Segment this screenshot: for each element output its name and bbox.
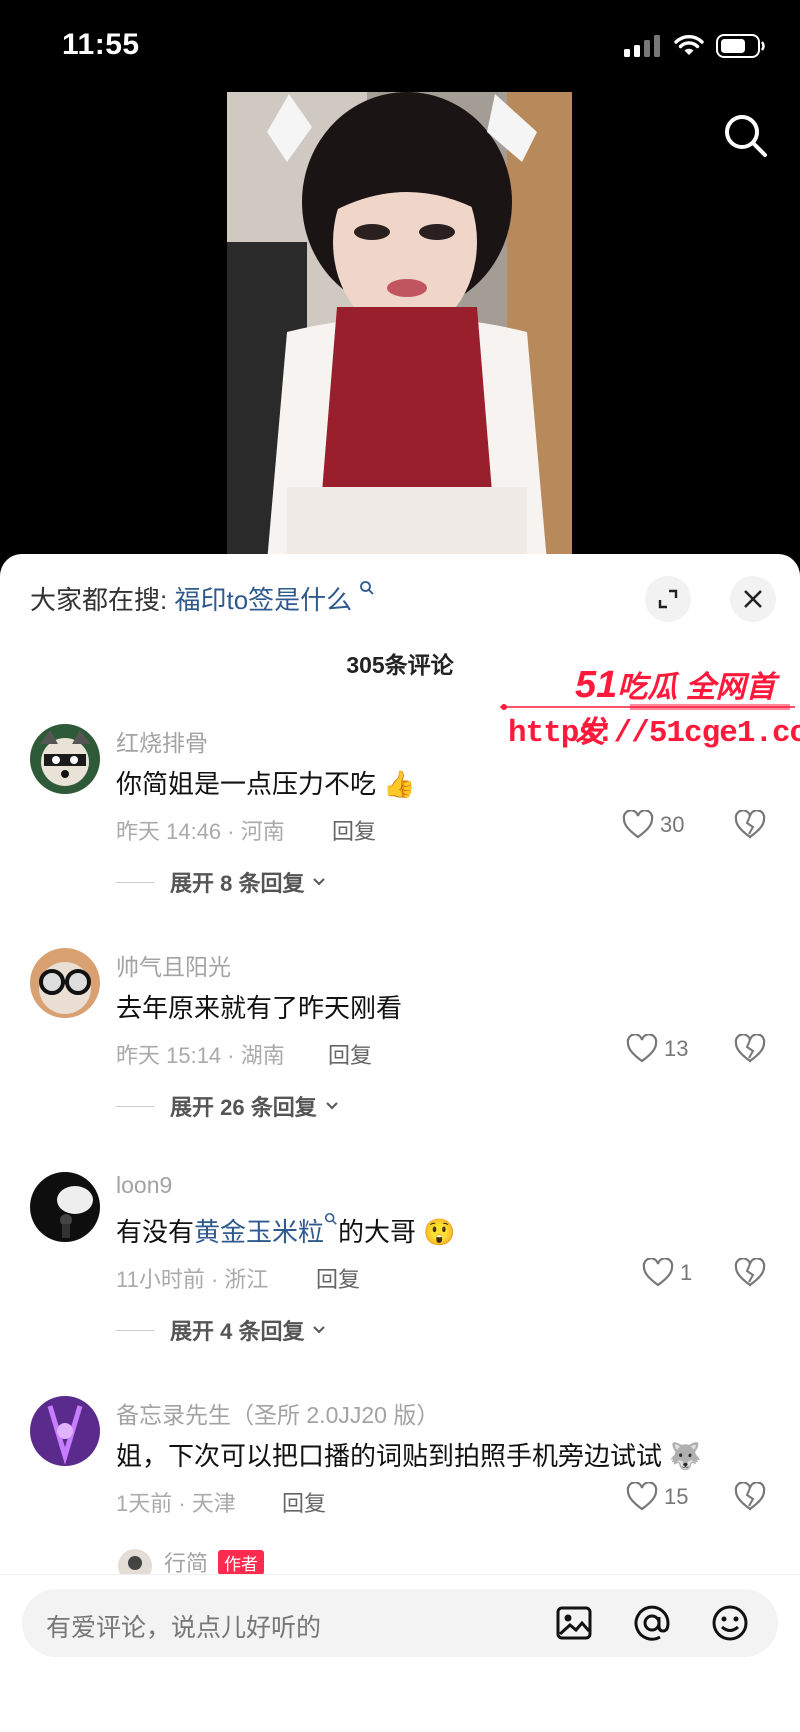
comment-text: 你简姐是一点压力不吃 👍 — [116, 769, 416, 799]
reply-button[interactable]: 回复 — [282, 1486, 326, 1518]
comment-meta: 11小时前 · 浙江 — [116, 1267, 269, 1292]
trending-search[interactable]: 大家都在搜: 福印to签是什么 — [30, 580, 375, 617]
like-button[interactable]: 15 — [626, 1482, 688, 1512]
author-badge: 作者 — [218, 1549, 265, 1575]
like-button[interactable]: 13 — [626, 1034, 688, 1064]
comment-input-bar: 有爱评论，说点儿好听的 — [0, 1574, 800, 1732]
surprised-emoji-icon: 😲 — [423, 1217, 456, 1247]
comment-item: loon9 有没有黄金玉米粒 的大哥 😲 11小时前 · 浙江 回复 1 展开 4… — [0, 1172, 800, 1372]
status-time: 11:55 — [62, 28, 140, 61]
username[interactable]: 红烧排骨 — [116, 724, 208, 758]
video-frame[interactable] — [227, 92, 572, 562]
dark-photo-avatar-icon — [30, 1172, 100, 1242]
heart-icon — [622, 810, 654, 839]
comment-meta: 昨天 15:14 · 湖南 — [116, 1043, 285, 1068]
comment-text: 有没有黄金玉米粒 的大哥 😲 — [116, 1212, 456, 1249]
dislike-icon[interactable] — [734, 810, 766, 840]
expand-icon — [658, 589, 678, 609]
status-icons — [624, 34, 766, 58]
comment-item: 红烧排骨 你简姐是一点压力不吃 👍 昨天 14:46 · 河南 回复 30 展开… — [0, 724, 800, 924]
watermark-line — [500, 704, 795, 710]
search-icon[interactable] — [722, 112, 770, 160]
comment-text: 去年原来就有了昨天刚看 — [116, 993, 403, 1023]
like-count: 15 — [664, 1484, 689, 1509]
chevron-down-icon — [313, 1326, 326, 1334]
image-icon[interactable] — [554, 1603, 594, 1643]
heart-icon — [642, 1258, 674, 1287]
close-button[interactable] — [730, 576, 776, 622]
avatar[interactable] — [30, 1396, 100, 1466]
battery-icon — [716, 34, 765, 58]
comment-item: 帅气且阳光 去年原来就有了昨天刚看 昨天 15:14 · 湖南 回复 13 展开… — [0, 948, 800, 1148]
comment-meta: 昨天 14:46 · 河南 — [116, 819, 285, 844]
raccoon-avatar-icon — [30, 724, 100, 794]
heart-icon — [626, 1482, 658, 1511]
trending-keyword[interactable]: 福印to签是什么 — [174, 585, 352, 615]
close-icon — [744, 590, 762, 608]
like-button[interactable]: 1 — [642, 1258, 692, 1288]
video-player[interactable] — [0, 92, 800, 562]
avatar[interactable] — [30, 724, 100, 794]
signal-icon — [624, 35, 660, 57]
expand-replies-button[interactable]: 展开 4 条回复 — [116, 1314, 326, 1346]
like-count: 13 — [664, 1036, 689, 1061]
expand-replies-button[interactable]: 展开 26 条回复 — [116, 1090, 339, 1122]
comment-input-placeholder: 有爱评论，说点儿好听的 — [46, 1614, 322, 1642]
cat-glasses-avatar-icon — [30, 948, 100, 1018]
chevron-down-icon — [325, 1102, 338, 1110]
comment-meta: 1天前 · 天津 — [116, 1491, 236, 1516]
dislike-icon[interactable] — [734, 1482, 766, 1512]
comment-text: 姐，下次可以把口播的词贴到拍照手机旁边试试 🐺 — [116, 1441, 702, 1471]
comment-sheet: 大家都在搜: 福印to签是什么 305条评论 51吃瓜 全网首发 https:/… — [0, 554, 800, 1732]
reply-button[interactable]: 回复 — [328, 1038, 372, 1070]
like-count: 30 — [660, 812, 685, 837]
reply-button[interactable]: 回复 — [332, 814, 376, 846]
username[interactable]: 备忘录先生（圣所 2.0JJ20 版） — [116, 1396, 439, 1430]
username[interactable]: loon9 — [116, 1172, 172, 1199]
small-search-icon — [360, 581, 375, 595]
small-search-icon — [324, 1212, 337, 1225]
trending-prefix: 大家都在搜: — [30, 585, 168, 615]
video-thumbnail — [227, 92, 572, 562]
expand-replies-button[interactable]: 展开 8 条回复 — [116, 866, 326, 898]
purple-avatar-icon — [30, 1396, 100, 1466]
avatar[interactable] — [116, 1547, 154, 1577]
heart-icon — [626, 1034, 658, 1063]
like-count: 1 — [680, 1260, 693, 1285]
reply-button[interactable]: 回复 — [316, 1262, 360, 1294]
husky-emoji-icon: 🐺 — [669, 1441, 702, 1471]
mention-icon[interactable] — [632, 1603, 672, 1643]
comment-input[interactable]: 有爱评论，说点儿好听的 — [22, 1589, 778, 1657]
like-button[interactable]: 30 — [622, 810, 684, 840]
avatar[interactable] — [30, 1172, 100, 1242]
chevron-down-icon — [313, 878, 326, 886]
comment-keyword-link[interactable]: 黄金玉米粒 — [194, 1217, 324, 1247]
status-bar: 11:55 — [0, 0, 800, 92]
avatar[interactable] — [30, 948, 100, 1018]
wifi-icon — [674, 35, 704, 55]
thumbs-up-icon: 👍 — [383, 769, 416, 799]
username[interactable]: 帅气且阳光 — [116, 948, 231, 982]
expand-button[interactable] — [645, 576, 691, 622]
dislike-icon[interactable] — [734, 1258, 766, 1288]
dislike-icon[interactable] — [734, 1034, 766, 1064]
emoji-icon[interactable] — [710, 1603, 750, 1643]
